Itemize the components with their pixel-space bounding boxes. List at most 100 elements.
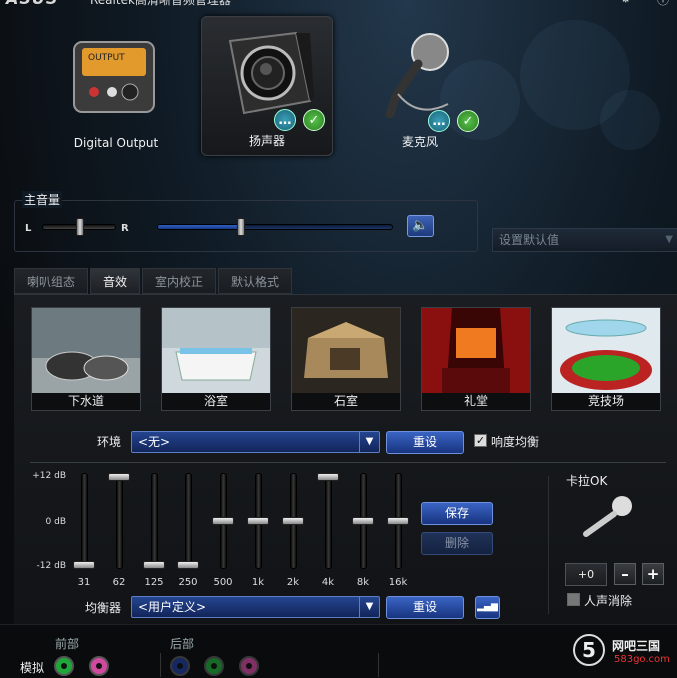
chevron-down-icon: ▼ <box>359 432 379 452</box>
rear-jack-pink[interactable] <box>239 656 259 676</box>
chat-icon[interactable]: … <box>428 110 450 132</box>
db-label-top: +12 dB <box>32 471 66 481</box>
env-tile-arena[interactable]: 竞技场 <box>551 307 661 411</box>
divider <box>548 476 549 614</box>
rear-jack-green[interactable] <box>204 656 224 676</box>
rear-label: 后部 <box>170 637 195 651</box>
eq-reset-button[interactable]: 重设 <box>386 596 464 619</box>
eq-slider-500[interactable] <box>212 473 234 569</box>
eq-slider-thumb[interactable] <box>212 517 234 525</box>
env-tile-bathroom[interactable]: 浴室 <box>161 307 271 411</box>
eq-slider-62[interactable] <box>108 473 130 569</box>
tab-sound-effects[interactable]: 音效 <box>90 268 141 294</box>
eq-band-label: 2k <box>286 577 300 588</box>
eq-slider-thumb[interactable] <box>143 561 165 569</box>
volume-slider-thumb[interactable] <box>236 218 245 236</box>
svg-text:OUTPUT: OUTPUT <box>88 53 125 63</box>
equalizer-label: 均衡器 <box>85 601 122 615</box>
title-bar: ASUS Realtek高清晰音频管理器 ⚙ ⓘ <box>0 0 677 8</box>
front-label: 前部 <box>55 637 80 651</box>
analog-label: 模拟 <box>20 661 45 675</box>
watermark-logo-icon: 5 <box>573 634 605 666</box>
eq-band-label: 8k <box>356 577 370 588</box>
eq-preset-dropdown[interactable]: <用户定义> ▼ <box>131 596 380 618</box>
eq-slider-125[interactable] <box>143 473 165 569</box>
device-label: 麦克风 <box>401 135 438 149</box>
eq-band-label: 125 <box>144 577 164 588</box>
eq-slider-thumb[interactable] <box>73 561 95 569</box>
eq-slider-1k[interactable] <box>247 473 269 569</box>
chat-icon[interactable]: … <box>274 109 296 131</box>
environment-reset-button[interactable]: 重设 <box>386 431 464 454</box>
divider <box>30 462 666 463</box>
eq-save-button[interactable]: 保存 <box>421 502 493 525</box>
environment-label: 环境 <box>97 435 122 449</box>
db-label-bottom: -12 dB <box>36 561 66 571</box>
tab-bar: 喇叭组态 音效 室内校正 默认格式 <box>14 268 294 294</box>
eq-slider-4k[interactable] <box>317 473 339 569</box>
tab-default-format[interactable]: 默认格式 <box>218 268 293 294</box>
env-tile-stone-room[interactable]: 石室 <box>291 307 401 411</box>
eq-slider-2k[interactable] <box>282 473 304 569</box>
info-icon[interactable]: ⓘ <box>657 0 669 8</box>
eq-slider-thumb[interactable] <box>108 473 130 481</box>
env-tile-sewer[interactable]: 下水道 <box>31 307 141 411</box>
env-tile-auditorium[interactable]: 礼堂 <box>421 307 531 411</box>
arena-image <box>552 308 660 394</box>
environment-dropdown[interactable]: <无> ▼ <box>131 431 380 453</box>
eq-slider-250[interactable] <box>177 473 199 569</box>
chevron-down-icon: ▼ <box>359 597 379 617</box>
settings-gear-icon[interactable]: ⚙ <box>620 0 631 8</box>
speaker-volume-icon: 🔈 <box>412 218 429 233</box>
eq-delete-button[interactable]: 删除 <box>421 532 493 555</box>
asus-logo: ASUS <box>6 0 58 8</box>
eq-band-label: 31 <box>77 577 91 588</box>
front-jack-green[interactable] <box>54 656 74 676</box>
set-default-device-dropdown[interactable]: 设置默认值 ▼ <box>492 228 677 252</box>
device-microphone[interactable]: … ✓ 麦克风 <box>354 16 486 156</box>
loudness-label: 响度均衡 <box>491 435 540 449</box>
volume-fill <box>158 225 241 229</box>
loudness-checkbox[interactable]: ✓ <box>474 434 487 447</box>
device-speaker[interactable]: … ✓ 扬声器 <box>201 16 333 156</box>
eq-preset-value: <用户定义> <box>138 600 207 614</box>
eq-slider-thumb[interactable] <box>282 517 304 525</box>
divider <box>160 653 161 677</box>
karaoke-minus-button[interactable]: – <box>614 563 636 585</box>
mute-speaker-button[interactable]: 🔈 <box>407 215 434 237</box>
rear-jack-blue[interactable] <box>170 656 190 676</box>
chevron-down-icon: ▼ <box>665 234 673 245</box>
bathroom-image <box>162 308 270 394</box>
eq-slider-thumb[interactable] <box>387 517 409 525</box>
env-label: 浴室 <box>162 393 270 410</box>
auditorium-image <box>422 308 530 394</box>
front-jack-pink[interactable] <box>89 656 109 676</box>
device-digital-output[interactable]: OUTPUT Digital Output <box>50 16 182 156</box>
microphone-icon <box>583 496 632 537</box>
eq-slider-16k[interactable] <box>387 473 409 569</box>
eq-band-label: 500 <box>213 577 233 588</box>
speaker-icon <box>228 31 314 115</box>
balance-slider-thumb[interactable] <box>76 218 84 236</box>
vocal-cancel-checkbox[interactable]: ✓ <box>567 593 580 606</box>
digital-output-icon: OUTPUT <box>73 41 155 113</box>
graphic-eq-button[interactable]: ▂▄▆ <box>475 596 500 619</box>
db-label-zero: 0 dB <box>45 517 66 527</box>
eq-slider-thumb[interactable] <box>177 561 199 569</box>
eq-slider-thumb[interactable] <box>352 517 374 525</box>
eq-slider-31[interactable] <box>73 473 95 569</box>
eq-band-label: 250 <box>178 577 198 588</box>
tab-room-correction[interactable]: 室内校正 <box>142 268 217 294</box>
eq-slider-thumb[interactable] <box>317 473 339 481</box>
eq-slider-8k[interactable] <box>352 473 374 569</box>
env-label: 石室 <box>292 393 400 410</box>
eq-slider-thumb[interactable] <box>247 517 269 525</box>
bokeh-decor <box>600 90 660 150</box>
karaoke-plus-button[interactable]: + <box>642 563 664 585</box>
tab-speaker-config[interactable]: 喇叭组态 <box>14 268 89 294</box>
volume-slider[interactable] <box>157 218 393 236</box>
eq-band-label: 4k <box>321 577 335 588</box>
equalizer-bars-icon: ▂▄▆ <box>477 602 498 612</box>
karaoke-key-value: +0 <box>565 563 607 586</box>
balance-slider[interactable] <box>42 218 116 236</box>
